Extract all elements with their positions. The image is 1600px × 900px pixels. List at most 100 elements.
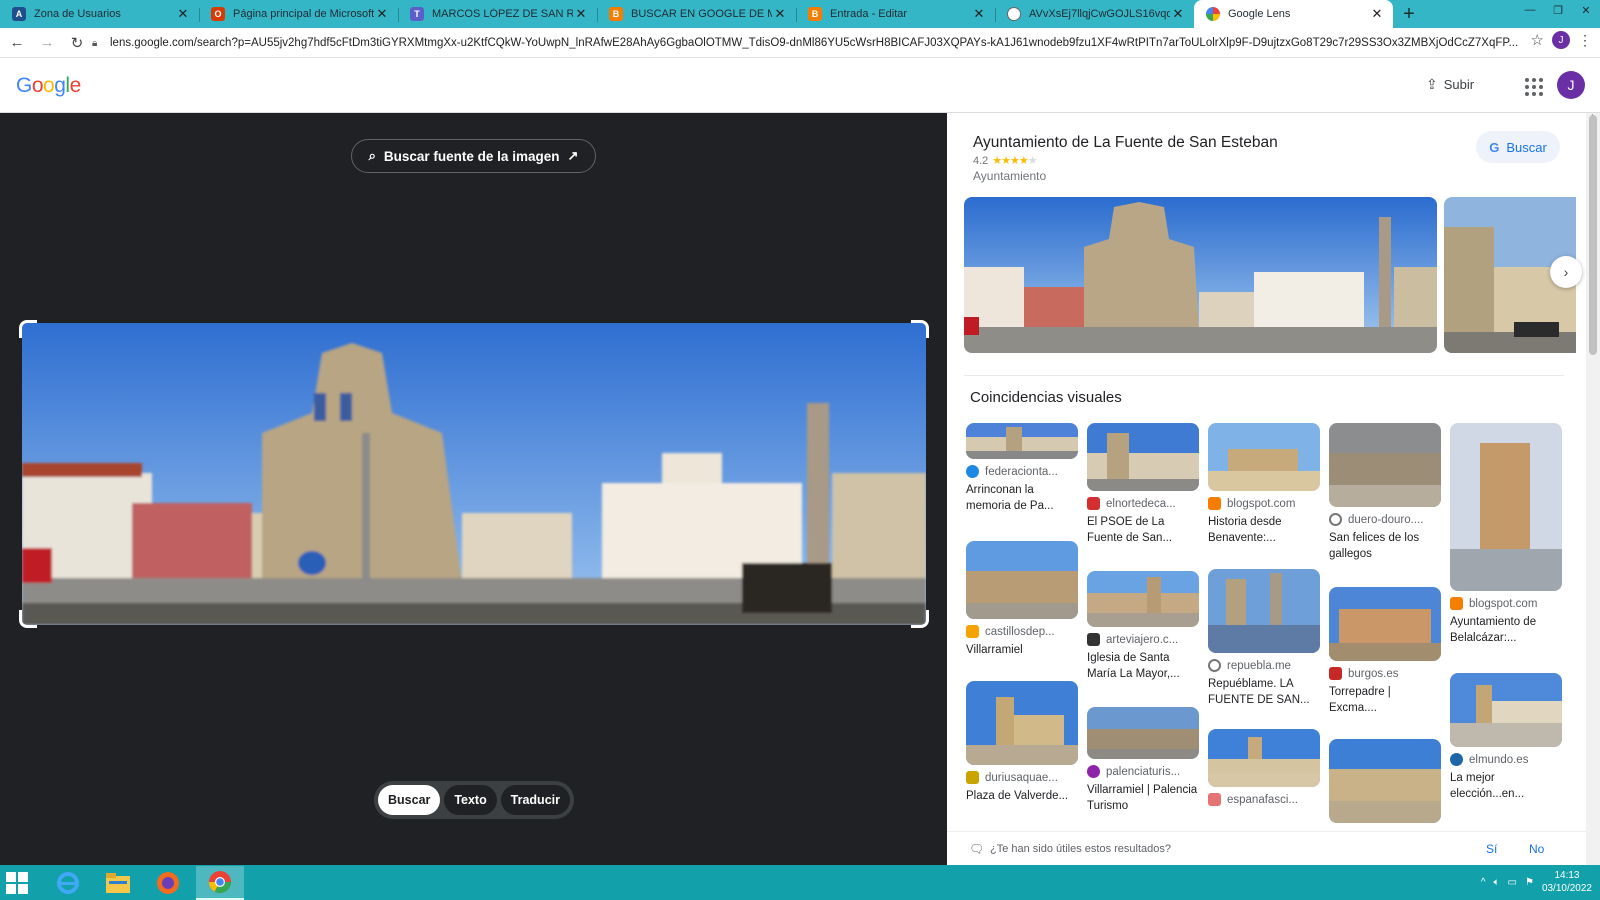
visual-match-card[interactable]: espanafasci... (1208, 729, 1320, 806)
visual-match-card[interactable]: burgos.es Torrepadre | Excma.... (1329, 587, 1441, 716)
menu-kebab-icon[interactable]: ⋮ (1578, 32, 1592, 49)
match-title[interactable]: Iglesia de Santa María La Mayor,... (1087, 650, 1199, 682)
mode-traducir-button[interactable]: Traducir (500, 785, 570, 815)
profile-avatar[interactable]: J (1552, 31, 1570, 49)
network-icon[interactable]: ▭ (1508, 877, 1517, 888)
account-avatar[interactable]: J (1557, 71, 1585, 99)
file-explorer-icon[interactable] (94, 866, 142, 900)
match-thumbnail[interactable] (1087, 707, 1199, 759)
match-title[interactable]: Historia desde Benavente:... (1208, 514, 1320, 546)
feedback-yes-link[interactable]: Sí (1486, 842, 1497, 856)
match-title[interactable]: Ayuntamiento de Belalcázar:... (1450, 614, 1562, 646)
carousel-next-chevron-icon[interactable]: › (1550, 256, 1582, 288)
back-arrow-icon[interactable]: ← (4, 30, 30, 56)
match-title[interactable]: Villarramiel | Palencia Turismo (1087, 782, 1199, 814)
close-icon[interactable]: ✕ (175, 6, 191, 22)
match-thumbnail[interactable] (1329, 739, 1441, 823)
match-title[interactable]: Torrepadre | Excma.... (1329, 684, 1441, 716)
upload-icon: ⇪ (1426, 76, 1438, 92)
find-image-source-button[interactable]: ⌕ Buscar fuente de la imagen ↗ (351, 139, 596, 173)
close-icon[interactable]: ✕ (1170, 6, 1186, 22)
scrollbar-thumb[interactable] (1589, 115, 1597, 355)
match-thumbnail[interactable] (1329, 587, 1441, 661)
tab-google-lens[interactable]: Google Lens ✕ (1194, 0, 1393, 28)
match-thumbnail[interactable] (1208, 729, 1320, 787)
feedback-no-link[interactable]: No (1529, 842, 1544, 856)
crop-handle-top-left[interactable] (19, 320, 37, 338)
chrome-icon[interactable] (196, 866, 244, 900)
visual-match-card[interactable]: duero-douro.... San felices de los galle… (1329, 423, 1441, 562)
mode-texto-button[interactable]: Texto (444, 785, 497, 815)
tab-image-url[interactable]: AVvXsEj7llqjCwGOJLS16vqq1Fd- ✕ (995, 0, 1194, 28)
visual-match-card[interactable]: repuebla.me Repuéblame. LA FUENTE DE SAN… (1208, 569, 1320, 708)
match-title[interactable]: Villarramiel (966, 642, 1078, 658)
results-scrollbar[interactable]: ▲ (1586, 113, 1600, 865)
tab-microsoft-office[interactable]: O Página principal de Microsoft Office ✕ (199, 0, 398, 28)
selected-image-crop[interactable] (19, 320, 929, 628)
upload-button[interactable]: ⇪ Subir (1426, 76, 1474, 93)
match-thumbnail[interactable] (966, 541, 1078, 619)
reload-icon[interactable]: ↻ (64, 30, 90, 56)
firefox-icon[interactable] (144, 866, 192, 900)
visual-match-card[interactable]: blogspot.com Ayuntamiento de Belalcázar:… (1450, 423, 1562, 646)
visual-match-card[interactable] (1329, 739, 1441, 823)
crop-handle-bottom-right[interactable] (911, 610, 929, 628)
apps-grid-icon[interactable] (1521, 74, 1545, 98)
close-icon[interactable]: ✕ (971, 6, 987, 22)
match-thumbnail[interactable] (1208, 569, 1320, 653)
match-source: blogspot.com (1450, 597, 1562, 610)
visual-match-card[interactable]: blogspot.com Historia desde Benavente:..… (1208, 423, 1320, 546)
volume-icon[interactable]: 🔈︎ (1494, 877, 1500, 888)
close-icon[interactable]: ✕ (374, 6, 390, 22)
system-clock[interactable]: 14:13 03/10/2022 (1542, 869, 1592, 895)
maximize-icon[interactable]: ❐ (1544, 0, 1572, 20)
carousel-image[interactable] (964, 197, 1437, 353)
match-thumbnail[interactable] (1450, 423, 1562, 591)
castle-icon (966, 625, 979, 638)
tab-marcos-lopez[interactable]: T MARCOS LÓPEZ DE SAN ROMÁN ✕ (398, 0, 597, 28)
visual-match-card[interactable]: arteviajero.c... Iglesia de Santa María … (1087, 571, 1199, 682)
match-thumbnail[interactable] (1087, 423, 1199, 491)
address-bar[interactable]: 🔒︎ lens.google.com/search?p=AU55jv2hg7hd… (92, 31, 1535, 55)
close-window-icon[interactable]: ✕ (1572, 0, 1600, 20)
forward-arrow-icon[interactable]: → (34, 30, 60, 56)
new-tab-button[interactable]: + (1395, 0, 1423, 28)
knowledge-panel-search-button[interactable]: G Buscar (1476, 131, 1560, 163)
match-title[interactable]: Arrinconan la memoria de Pa... (966, 482, 1078, 514)
crop-handle-top-right[interactable] (911, 320, 929, 338)
close-icon[interactable]: ✕ (573, 6, 589, 22)
close-icon[interactable]: ✕ (772, 6, 788, 22)
visual-match-card[interactable]: palenciaturis... Villarramiel | Palencia… (1087, 707, 1199, 814)
visual-match-card[interactable]: elnortedeca... El PSOE de La Fuente de S… (1087, 423, 1199, 546)
match-title[interactable]: Repuéblame. LA FUENTE DE SAN... (1208, 676, 1320, 708)
match-thumbnail[interactable] (1329, 423, 1441, 507)
match-title[interactable]: San felices de los gallegos (1329, 530, 1441, 562)
url-text[interactable]: lens.google.com/search?p=AU55jv2hg7hdf5c… (110, 37, 1535, 49)
internet-explorer-icon[interactable] (44, 866, 92, 900)
visual-match-card[interactable]: federacionta... Arrinconan la memoria de… (966, 423, 1078, 514)
minimize-icon[interactable]: — (1516, 0, 1544, 20)
visual-match-card[interactable]: duriusaquae... Plaza de Valverde... (966, 681, 1078, 804)
match-thumbnail[interactable] (966, 423, 1078, 459)
match-thumbnail[interactable] (966, 681, 1078, 765)
crop-handle-bottom-left[interactable] (19, 610, 37, 628)
match-title[interactable]: El PSOE de La Fuente de San... (1087, 514, 1199, 546)
mode-buscar-button[interactable]: Buscar (378, 785, 441, 815)
flag-icon[interactable]: ⚑ (1525, 877, 1534, 888)
tab-buscar-en-google[interactable]: B BUSCAR EN GOOGLE DE MANERA ✕ (597, 0, 796, 28)
match-title[interactable]: Plaza de Valverde... (966, 788, 1078, 804)
close-icon[interactable]: ✕ (1369, 6, 1385, 22)
match-thumbnail[interactable] (1450, 673, 1562, 747)
visual-match-card[interactable]: elmundo.es La mejor elección...en... (1450, 673, 1562, 802)
match-thumbnail[interactable] (1087, 571, 1199, 627)
windows-start-icon[interactable] (6, 872, 28, 894)
match-thumbnail[interactable] (1208, 423, 1320, 491)
bookmark-star-icon[interactable]: ☆ (1531, 31, 1544, 49)
knowledge-panel-title[interactable]: Ayuntamiento de La Fuente de San Esteban (973, 134, 1278, 152)
tab-entrada-editar[interactable]: B Entrada - Editar ✕ (796, 0, 995, 28)
tab-zona-usuarios[interactable]: A Zona de Usuarios ✕ (0, 0, 199, 28)
tray-expand-icon[interactable]: ^ (1481, 877, 1486, 888)
visual-match-card[interactable]: castillosdep... Villarramiel (966, 541, 1078, 658)
google-logo[interactable]: Google (16, 74, 81, 98)
match-title[interactable]: La mejor elección...en... (1450, 770, 1562, 802)
